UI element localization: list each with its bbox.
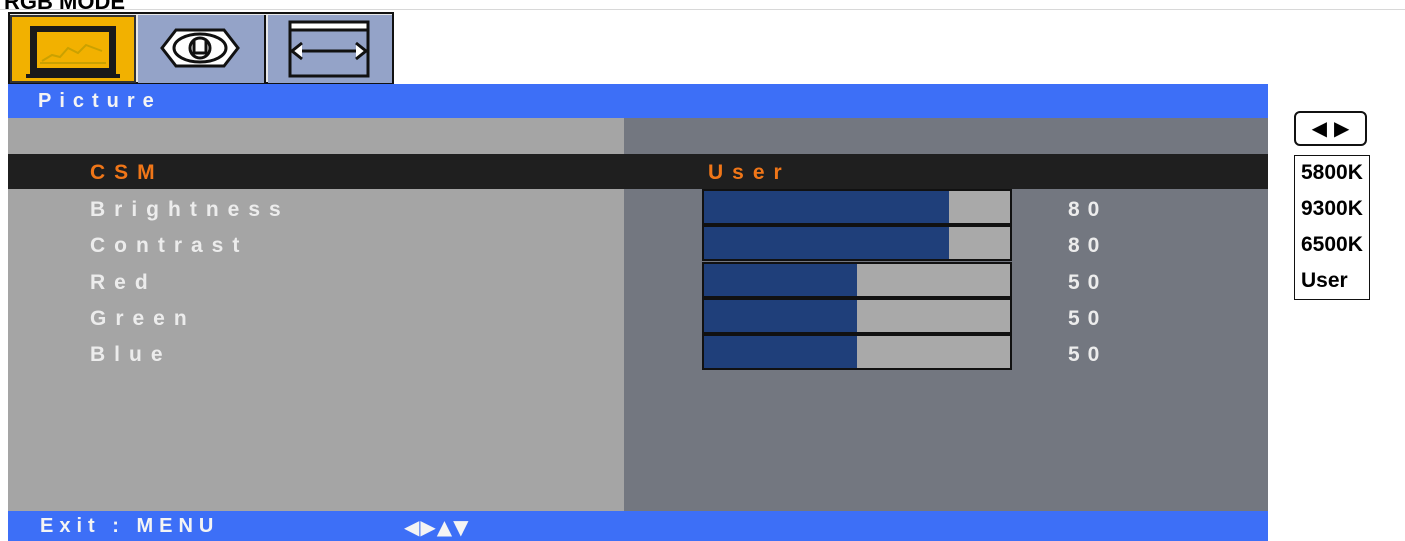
brightness-label: Brightness xyxy=(90,198,290,221)
selected-row-highlight xyxy=(8,154,1268,189)
contrast-label: Contrast xyxy=(90,234,249,257)
exit-hint: Exit : MENU xyxy=(40,515,220,537)
tab-picture[interactable] xyxy=(10,15,136,83)
csm-label: CSM xyxy=(90,161,164,184)
position-window-icon xyxy=(288,20,370,78)
osd-eye-icon xyxy=(160,28,240,68)
left-right-arrow-key: ◀ ▶ xyxy=(1294,111,1367,146)
red-slider-fill xyxy=(704,264,857,296)
option-9300k[interactable]: 9300K xyxy=(1301,197,1363,221)
green-value: 50 xyxy=(1068,307,1108,330)
option-user[interactable]: User xyxy=(1301,269,1348,293)
brightness-value: 80 xyxy=(1068,198,1108,221)
option-6500k[interactable]: 6500K xyxy=(1301,233,1363,257)
contrast-value: 80 xyxy=(1068,234,1108,257)
red-slider[interactable] xyxy=(702,262,1012,298)
green-slider[interactable] xyxy=(702,298,1012,334)
contrast-slider-fill xyxy=(704,227,949,259)
blue-label: Blue xyxy=(90,343,172,366)
blue-slider[interactable] xyxy=(702,334,1012,370)
blue-slider-fill xyxy=(704,336,857,368)
green-slider-fill xyxy=(704,300,857,332)
tab-osd[interactable] xyxy=(138,15,266,83)
brightness-slider-fill xyxy=(704,191,949,223)
menu-header: Picture xyxy=(8,84,1268,118)
osd-tab-strip xyxy=(8,12,394,84)
contrast-slider[interactable] xyxy=(702,225,1012,261)
green-label: Green xyxy=(90,307,196,330)
csm-value[interactable]: User xyxy=(708,161,791,185)
red-label: Red xyxy=(90,271,157,294)
brightness-slider[interactable] xyxy=(702,189,1012,225)
csm-options-list: 5800K 9300K 6500K User xyxy=(1294,155,1370,300)
top-divider xyxy=(0,9,1405,10)
option-5800k[interactable]: 5800K xyxy=(1301,161,1363,185)
monitor-picture-icon xyxy=(26,26,120,78)
menu-title: Picture xyxy=(38,90,162,112)
menu-footer: Exit : MENU ◀▶▲▼ xyxy=(8,511,1268,541)
blue-value: 50 xyxy=(1068,343,1108,366)
tab-position[interactable] xyxy=(268,15,392,83)
red-value: 50 xyxy=(1068,271,1108,294)
navigation-arrows-hint: ◀▶▲▼ xyxy=(404,515,470,539)
